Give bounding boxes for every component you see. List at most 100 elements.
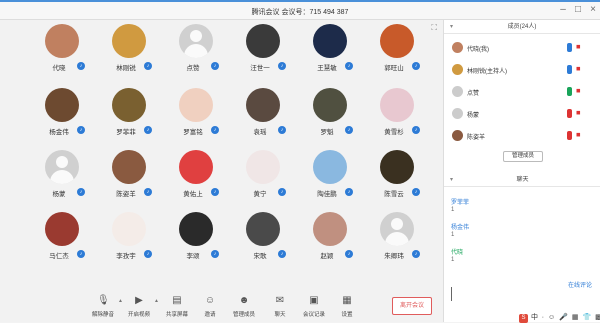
title-bar: 腾讯会议 会议号：715 494 387 – □ × bbox=[0, 0, 600, 20]
toolbar-label: 会议记录 bbox=[302, 312, 325, 318]
close-button[interactable]: × bbox=[586, 4, 600, 15]
participant-tile[interactable]: 李颂 ♪ bbox=[166, 210, 226, 270]
video-grid: ⛶ 代晓 ♪ 林刚锐 ♪ 点赞 ♪ 汪世一 ♪ 王慧敏 ♪ 郭旺山 ♪ 杨金伟 ♪ 罗菲菲 ♪ 罗富铭 ♪ 袁瑶 ♪ 罗… bbox=[0, 20, 443, 322]
chat-title: 聊天 bbox=[516, 177, 529, 183]
member-row[interactable]: 代晓(我) ◼ bbox=[452, 40, 592, 56]
participant-avatar bbox=[246, 212, 280, 246]
chat-sender: 杨金伟 bbox=[451, 225, 470, 231]
tray-item[interactable]: ▩ bbox=[595, 314, 600, 321]
leave-meeting-button[interactable]: 离开会议 bbox=[392, 297, 432, 315]
toolbar-label: 聊天 bbox=[274, 312, 286, 318]
participant-avatar bbox=[112, 24, 146, 58]
member-row[interactable]: 杨蒙 ◼ bbox=[452, 106, 592, 122]
toolbar-button-settings[interactable]: ▦ 设置 bbox=[330, 295, 364, 318]
toolbar-button-mic-off[interactable]: 🎙 解除静音 ▲ bbox=[86, 295, 123, 318]
mic-status-icon: ♪ bbox=[211, 250, 219, 258]
participant-tile[interactable]: 陶佳鹏 ♪ bbox=[300, 148, 360, 208]
member-camera-icon[interactable]: ◼ bbox=[576, 110, 581, 116]
member-camera-icon[interactable]: ◼ bbox=[576, 88, 581, 94]
member-name: 代晓(我) bbox=[467, 47, 489, 53]
participant-tile[interactable]: 王慧敏 ♪ bbox=[300, 22, 360, 82]
participant-tile[interactable]: 罗魁 ♪ bbox=[300, 86, 360, 146]
participant-tile[interactable]: 李孜宇 ♪ bbox=[99, 210, 159, 270]
mic-status-icon: ♪ bbox=[345, 250, 353, 258]
chat-icon: ✉ bbox=[275, 295, 285, 306]
chat-sender: 罗菲菲 bbox=[451, 200, 470, 206]
mic-off-icon: 🎙 bbox=[97, 295, 110, 306]
toolbar-button-invite[interactable]: ☺ 邀请 bbox=[193, 295, 227, 318]
participant-avatar bbox=[112, 88, 146, 122]
chat-input[interactable] bbox=[451, 287, 593, 301]
participant-tile[interactable]: 杨蒙 ♪ bbox=[32, 148, 92, 208]
participant-tile[interactable]: 黄雪杉 ♪ bbox=[367, 86, 427, 146]
toolbar-button-notes[interactable]: ▣ 会议记录 bbox=[297, 295, 331, 318]
tray-item[interactable]: ▦ bbox=[572, 314, 579, 321]
maximize-button[interactable]: □ bbox=[571, 4, 585, 15]
chat-sender: 代晓 bbox=[451, 250, 464, 256]
mic-status-icon: ♪ bbox=[144, 188, 152, 196]
participant-tile[interactable]: 赵颖 ♪ bbox=[300, 210, 360, 270]
member-avatar bbox=[452, 42, 463, 53]
participant-tile[interactable]: 罗菲菲 ♪ bbox=[99, 86, 159, 146]
window-title: 腾讯会议 会议号：715 494 387 bbox=[251, 9, 349, 16]
participant-tile[interactable]: 朱卿玮 ♪ bbox=[367, 210, 427, 270]
member-mic-icon[interactable] bbox=[567, 109, 572, 118]
participant-tile[interactable]: 马仁杰 ♪ bbox=[32, 210, 92, 270]
participant-tile[interactable]: 罗富铭 ♪ bbox=[166, 86, 226, 146]
toolbar-label: 管理成员 bbox=[232, 312, 255, 318]
participant-tile[interactable]: 黄佑上 ♪ bbox=[166, 148, 226, 208]
member-row[interactable]: 点赞 ◼ bbox=[452, 84, 592, 100]
member-row[interactable]: 林刚锐(主持人) ◼ bbox=[452, 62, 592, 78]
toolbar-label: 开启视频 bbox=[127, 312, 150, 318]
participant-avatar bbox=[179, 150, 213, 184]
chat-message: 1 bbox=[451, 232, 455, 238]
participant-tile[interactable]: 黄宁 ♪ bbox=[233, 148, 293, 208]
member-name: 林刚锐(主持人) bbox=[467, 69, 507, 75]
participant-tile[interactable]: 袁瑶 ♪ bbox=[233, 86, 293, 146]
participant-avatar bbox=[246, 88, 280, 122]
manage-members-button[interactable]: 管理成员 bbox=[503, 151, 543, 162]
participant-tile[interactable]: 点赞 ♪ bbox=[166, 22, 226, 82]
member-mic-icon[interactable] bbox=[567, 65, 572, 74]
participant-tile[interactable]: 代晓 ♪ bbox=[32, 22, 92, 82]
tray-item[interactable]: ☺ bbox=[548, 314, 555, 321]
member-camera-icon[interactable]: ◼ bbox=[576, 132, 581, 138]
member-mic-icon[interactable] bbox=[567, 87, 572, 96]
toolbar-label: 共享屏幕 bbox=[165, 312, 188, 318]
collapse-caret-icon[interactable]: ▾ bbox=[450, 173, 453, 187]
member-mic-icon[interactable] bbox=[567, 43, 572, 52]
options-caret-icon[interactable]: ▲ bbox=[154, 298, 159, 304]
tray-item[interactable]: 中 bbox=[531, 314, 538, 321]
participant-tile[interactable]: 郭旺山 ♪ bbox=[367, 22, 427, 82]
participant-avatar bbox=[246, 24, 280, 58]
participant-tile[interactable]: 陈雪云 ♪ bbox=[367, 148, 427, 208]
toolbar-button-chat[interactable]: ✉ 聊天 bbox=[263, 295, 297, 318]
participant-avatar bbox=[380, 24, 414, 58]
member-mic-icon[interactable] bbox=[567, 131, 572, 140]
participant-tile[interactable]: 宋歌 ♪ bbox=[233, 210, 293, 270]
fullscreen-icon[interactable]: ⛶ bbox=[431, 23, 437, 33]
tray-item[interactable]: ∙ bbox=[542, 314, 544, 321]
members-panel-header[interactable]: ▾ 成员(24人) bbox=[444, 20, 600, 34]
chat-panel-header[interactable]: ▾ 聊天 bbox=[444, 173, 600, 187]
participant-tile[interactable]: 汪世一 ♪ bbox=[233, 22, 293, 82]
screen-share-icon: ▤ bbox=[172, 295, 182, 306]
minimize-button[interactable]: – bbox=[556, 4, 570, 15]
members-count-label: 成员(24人) bbox=[507, 24, 537, 30]
member-camera-icon[interactable]: ◼ bbox=[576, 44, 581, 50]
toolbar-button-members[interactable]: ☻ 管理成员 bbox=[227, 295, 261, 318]
participant-tile[interactable]: 林刚锐 ♪ bbox=[99, 22, 159, 82]
chat-message: 1 bbox=[451, 257, 455, 263]
participant-avatar bbox=[313, 24, 347, 58]
toolbar-button-camera-off[interactable]: ▶ 开启视频 ▲ bbox=[122, 295, 159, 318]
participant-avatar bbox=[45, 212, 79, 246]
collapse-caret-icon[interactable]: ▾ bbox=[450, 20, 453, 34]
participant-tile[interactable]: 陈姿羊 ♪ bbox=[99, 148, 159, 208]
tray-item[interactable]: 🎤 bbox=[559, 314, 568, 321]
member-row[interactable]: 陈姿羊 ◼ bbox=[452, 128, 592, 144]
tray-item[interactable]: 👕 bbox=[582, 314, 591, 321]
member-camera-icon[interactable]: ◼ bbox=[576, 66, 581, 72]
sidebar: ▾ 成员(24人) 代晓(我) ◼ 林刚锐(主持人) ◼ 点赞 ◼ 杨蒙 ◼ 陈姿羊 ◼ 管理成员… bbox=[443, 20, 600, 322]
toolbar-button-screen-share[interactable]: ▤ 共享屏幕 bbox=[160, 295, 194, 318]
participant-tile[interactable]: 杨金伟 ♪ bbox=[32, 86, 92, 146]
